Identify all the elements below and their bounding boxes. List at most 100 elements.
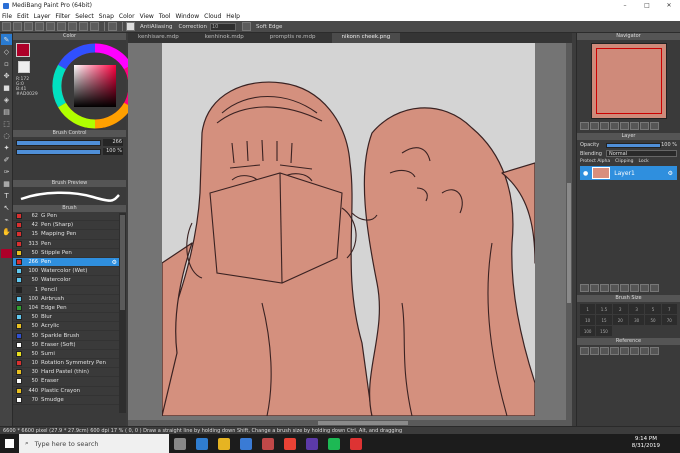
ref-home-icon[interactable] <box>580 347 589 355</box>
brush-item[interactable]: 62 G Pen <box>13 212 126 222</box>
snap-cross-icon[interactable] <box>24 22 33 31</box>
snap-radial-icon[interactable] <box>46 22 55 31</box>
lock-checkbox[interactable]: Lock <box>638 159 648 164</box>
brush-item[interactable]: 50 Eraser <box>13 377 126 387</box>
taskbar-clock[interactable]: 9:14 PM 8/31/2019 <box>632 436 660 450</box>
select-pen-icon[interactable]: ✐ <box>1 154 12 165</box>
eyedropper-icon[interactable]: ⌁ <box>1 214 12 225</box>
fill-tool-icon[interactable]: ■ <box>1 82 12 93</box>
menu-help[interactable]: Help <box>226 13 240 20</box>
menu-layer[interactable]: Layer <box>34 13 51 20</box>
menu-window[interactable]: Window <box>175 13 199 20</box>
brush-item[interactable]: 30 Hard Pastel (thin) <box>13 368 126 378</box>
brush-item[interactable]: 100 Watercolor (Wet) <box>13 267 126 277</box>
menu-view[interactable]: View <box>140 13 154 20</box>
brush-settings-icon[interactable]: ⚙ <box>112 259 117 266</box>
zoom-out-icon[interactable] <box>590 122 599 130</box>
operation-tool-icon[interactable]: ↖ <box>1 202 12 213</box>
brush-opacity-value[interactable]: 100 % <box>103 148 123 155</box>
menu-filter[interactable]: Filter <box>55 13 70 20</box>
medibang-taskbar-icon[interactable] <box>350 437 362 450</box>
windows-start-icon[interactable] <box>5 439 14 448</box>
primary-color-swatch[interactable] <box>16 43 30 57</box>
snap-off-icon[interactable] <box>2 22 11 31</box>
ref-rotate-icon[interactable] <box>640 347 649 355</box>
brush-size-cell[interactable]: 30 <box>628 315 645 325</box>
brush-item[interactable]: 100 Airbrush <box>13 295 126 304</box>
brush-item[interactable]: 15 Mapping Pen <box>13 230 126 240</box>
actual-size-icon[interactable] <box>610 122 619 130</box>
navigator-viewport[interactable] <box>596 48 662 114</box>
brush-item[interactable]: 50 Stipple Pen <box>13 249 126 258</box>
snap-parallel-icon[interactable] <box>13 22 22 31</box>
brush-size-cell[interactable]: 70 <box>661 315 677 325</box>
brush-size-cell[interactable]: 3 <box>628 304 645 314</box>
brush-size-cell[interactable]: 50 <box>645 315 661 325</box>
layer-opacity-slider[interactable] <box>606 142 661 148</box>
edge-icon[interactable] <box>196 437 208 450</box>
snap-grid-icon[interactable] <box>90 22 99 31</box>
tab-doc-3[interactable]: promptis re.mdp <box>260 33 326 43</box>
brush-item[interactable]: 50 Eraser (Soft) <box>13 341 126 350</box>
discord-icon[interactable] <box>306 437 318 450</box>
brush-size-cell[interactable]: 20 <box>612 315 628 325</box>
add-halftone-layer-icon[interactable] <box>590 284 599 292</box>
layer-property-icon[interactable] <box>650 284 659 292</box>
minimize-icon[interactable]: – <box>614 0 636 11</box>
spotify-icon[interactable] <box>328 437 340 450</box>
brush-item[interactable]: 50 Watercolor <box>13 276 126 286</box>
brush-item[interactable]: 42 Pen (Sharp) <box>13 221 126 231</box>
lasso-tool-icon[interactable]: ◌ <box>1 130 12 141</box>
brush-item[interactable]: 50 Sumi <box>13 350 126 359</box>
brush-size-cell[interactable]: 10 <box>580 315 596 325</box>
canvas-horizontal-thumb[interactable] <box>318 421 408 425</box>
tab-doc-4[interactable]: nikonn cheek.png <box>331 33 401 43</box>
brush-size-cell[interactable]: 150 <box>596 326 612 336</box>
chrome-icon[interactable] <box>284 437 296 450</box>
move-tool-icon[interactable]: ✥ <box>1 70 12 81</box>
menu-cloud[interactable]: Cloud <box>204 13 221 20</box>
select-eraser-icon[interactable]: ✑ <box>1 166 12 177</box>
mail-icon[interactable] <box>262 437 274 450</box>
brush-item[interactable]: 50 Blur <box>13 313 126 323</box>
brush-item[interactable]: 50 Acrylic <box>13 322 126 332</box>
add-layer-icon[interactable] <box>580 284 589 292</box>
store-icon[interactable] <box>240 437 252 450</box>
brush-item[interactable]: 1 Pencil <box>13 286 126 295</box>
layer-row[interactable]: ● Layer1 ⚙ <box>580 166 677 180</box>
soft-edge-checkbox[interactable] <box>241 22 251 31</box>
brush-item[interactable]: 313 Pen <box>13 240 126 249</box>
delete-layer-icon[interactable] <box>640 284 649 292</box>
menu-color[interactable]: Color <box>119 13 135 20</box>
duplicate-layer-icon[interactable] <box>600 284 609 292</box>
color-wheel[interactable] <box>52 43 138 129</box>
brush-item[interactable]: 104 Edge Pen <box>13 304 126 314</box>
brush-size-cell[interactable]: 5 <box>645 304 661 314</box>
brush-tool-icon[interactable]: ✎ <box>1 34 12 45</box>
snap-circle-icon[interactable] <box>57 22 66 31</box>
reset-rotation-icon[interactable] <box>640 122 649 130</box>
brush-item[interactable]: 266 Pen ⚙ <box>13 257 126 268</box>
ref-fit-icon[interactable] <box>630 347 639 355</box>
snap-vanish-icon[interactable] <box>35 22 44 31</box>
navigator-preview[interactable] <box>591 43 667 119</box>
task-view-icon[interactable] <box>174 437 186 450</box>
secondary-color-swatch[interactable] <box>18 61 30 73</box>
snap-settings-icon[interactable] <box>108 22 117 31</box>
taskbar-search[interactable]: ⌕ Type here to search <box>19 434 169 453</box>
dot-tool-icon[interactable]: ▫ <box>1 58 12 69</box>
brush-size-cell[interactable]: 1 <box>580 304 596 314</box>
correction-select[interactable]: 10 <box>209 22 236 31</box>
menu-select[interactable]: Select <box>75 13 94 20</box>
text-tool-icon[interactable]: T <box>1 190 12 201</box>
brush-opacity-slider[interactable] <box>16 148 101 155</box>
brush-size-slider[interactable] <box>16 139 101 146</box>
brush-item[interactable]: 70 Smudge <box>13 396 126 405</box>
brush-size-cell[interactable]: 100 <box>580 326 596 336</box>
menu-edit[interactable]: Edit <box>17 13 29 20</box>
hand-tool-icon[interactable]: ✋ <box>1 226 12 237</box>
foreground-color-swatch[interactable] <box>1 249 12 258</box>
antialias-checkbox[interactable] <box>126 22 135 31</box>
fit-icon[interactable] <box>600 122 609 130</box>
file-explorer-icon[interactable] <box>218 437 230 450</box>
